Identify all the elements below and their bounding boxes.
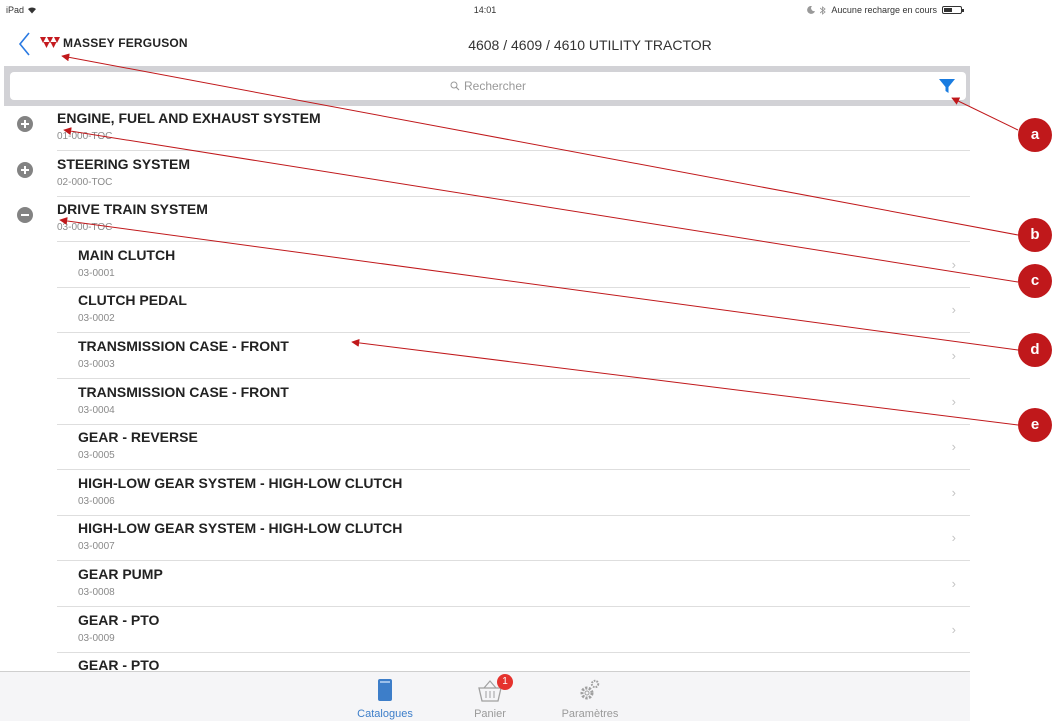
book-icon — [378, 679, 392, 701]
chevron-right-icon: › — [951, 439, 956, 455]
section-title: STEERING SYSTEM — [57, 155, 191, 172]
item-title: GEAR PUMP — [78, 566, 163, 582]
search-bar: Rechercher — [4, 66, 970, 106]
brand-logo[interactable]: MASSEY FERGUSON — [40, 36, 188, 50]
bluetooth-icon — [820, 5, 827, 15]
section-code: 01-000-TOC — [57, 131, 113, 142]
collapse-icon[interactable] — [17, 207, 33, 224]
moon-icon — [807, 6, 816, 14]
section-code: 02-000-TOC — [57, 176, 113, 188]
item-code: 03-0005 — [78, 450, 115, 462]
section-code: 03-000-TOC — [57, 222, 113, 234]
chevron-right-icon: › — [951, 484, 956, 500]
battery-icon — [942, 6, 964, 14]
navigation-bar: MASSEY FERGUSON 4608 / 4609 / 4610 UTILI… — [0, 22, 970, 66]
list-item[interactable]: MAIN CLUTCH 03-0001 › — [0, 243, 970, 288]
list-item[interactable]: GEAR PUMP 03-0008 › — [0, 562, 970, 607]
item-code: 03-0008 — [78, 587, 115, 598]
item-code: 03-0006 — [78, 495, 115, 507]
item-code: 03-0004 — [78, 404, 115, 416]
item-title: MAIN CLUTCH — [78, 246, 176, 263]
catalogue-list: ENGINE, FUEL AND EXHAUST SYSTEM 01-000-TO… — [0, 106, 970, 671]
callout-e: e — [1018, 408, 1052, 442]
search-placeholder: Rechercher — [463, 79, 527, 93]
tab-parametres[interactable]: Paramètres — [545, 672, 635, 721]
item-title: HIGH-LOW GEAR SYSTEM - HIGH-LOW CLUTCH — [78, 474, 403, 491]
callout-d: d — [1018, 333, 1052, 367]
battery-status-text: Aucune recharge en cours — [831, 5, 937, 15]
list-item[interactable]: HIGH-LOW GEAR SYSTEM - HIGH-LOW CLUTCH 03… — [0, 516, 970, 562]
chevron-right-icon: › — [951, 576, 956, 591]
item-title: GEAR - PTO — [78, 611, 160, 628]
triple-triangle-logo-icon — [40, 37, 60, 48]
page-title: 4608 / 4609 / 4610 UTILITY TRACTOR — [468, 37, 712, 53]
item-title: GEAR - PTO — [78, 657, 160, 671]
search-icon — [450, 81, 460, 91]
item-title: TRANSMISSION CASE - FRONT — [78, 338, 289, 354]
callout-b: b — [1018, 218, 1052, 252]
tab-label-panier: Panier — [474, 708, 506, 720]
tab-catalogues[interactable]: Catalogues — [340, 672, 430, 721]
list-item[interactable]: GEAR - REVERSE 03-0005 › — [0, 425, 970, 471]
chevron-left-icon[interactable] — [16, 30, 36, 58]
chevron-right-icon: › — [951, 302, 956, 318]
tab-label-parametres: Paramètres — [561, 708, 619, 720]
list-item[interactable]: TRANSMISSION CASE - FRONT 03-0004 › — [0, 380, 970, 425]
chevron-right-icon: › — [951, 393, 956, 409]
tab-bar: Catalogues 1 Panier Paramètres — [0, 671, 970, 721]
list-item[interactable]: HIGH-LOW GEAR SYSTEM - HIGH-LOW CLUTCH 03… — [0, 471, 970, 516]
expand-icon[interactable] — [17, 161, 33, 178]
brand-name: MASSEY FERGUSON — [63, 36, 188, 50]
item-code: 03-0001 — [78, 267, 115, 279]
chevron-right-icon: › — [951, 256, 956, 272]
search-input[interactable]: Rechercher — [10, 72, 966, 100]
item-title: TRANSMISSION CASE - FRONT — [78, 383, 289, 400]
item-code: 03-0003 — [78, 359, 115, 370]
callout-c: c — [1018, 264, 1052, 298]
expand-icon[interactable] — [17, 116, 33, 132]
item-code: 03-0002 — [78, 313, 115, 325]
section-row[interactable]: ENGINE, FUEL AND EXHAUST SYSTEM 01-000-TO… — [0, 106, 970, 151]
section-row[interactable]: STEERING SYSTEM 02-000-TOC — [0, 152, 970, 197]
list-item[interactable]: GEAR - PTO 03-0009 › — [0, 608, 970, 653]
list-item[interactable]: GEAR - PTO› — [0, 653, 970, 671]
app-screen: iPad 14:01 Aucune recharge en cours MASS… — [0, 0, 970, 721]
chevron-right-icon: › — [951, 621, 956, 637]
tab-panier[interactable]: 1 Panier — [445, 672, 535, 721]
gears-icon — [580, 679, 600, 700]
section-title: ENGINE, FUEL AND EXHAUST SYSTEM — [57, 110, 321, 126]
item-title: CLUTCH PEDAL — [78, 292, 187, 309]
item-title: GEAR - REVERSE — [78, 429, 198, 446]
list-item[interactable]: TRANSMISSION CASE - FRONT 03-0003 › — [0, 334, 970, 379]
section-title: DRIVE TRAIN SYSTEM — [57, 201, 208, 218]
list-item[interactable]: CLUTCH PEDAL 03-0002 › — [0, 288, 970, 334]
item-code: 03-0009 — [78, 632, 115, 644]
chevron-right-icon: › — [951, 530, 956, 546]
cart-count-badge: 1 — [497, 674, 513, 690]
section-row[interactable]: DRIVE TRAIN SYSTEM 03-000-TOC — [0, 197, 970, 243]
filter-icon[interactable] — [938, 77, 956, 95]
callout-a: a — [1018, 118, 1052, 152]
status-bar: iPad 14:01 Aucune recharge en cours — [0, 0, 970, 20]
item-code: 03-0007 — [78, 541, 115, 553]
tab-label-catalogues: Catalogues — [357, 708, 413, 720]
item-title: HIGH-LOW GEAR SYSTEM - HIGH-LOW CLUTCH — [78, 520, 403, 537]
chevron-right-icon: › — [951, 348, 956, 363]
